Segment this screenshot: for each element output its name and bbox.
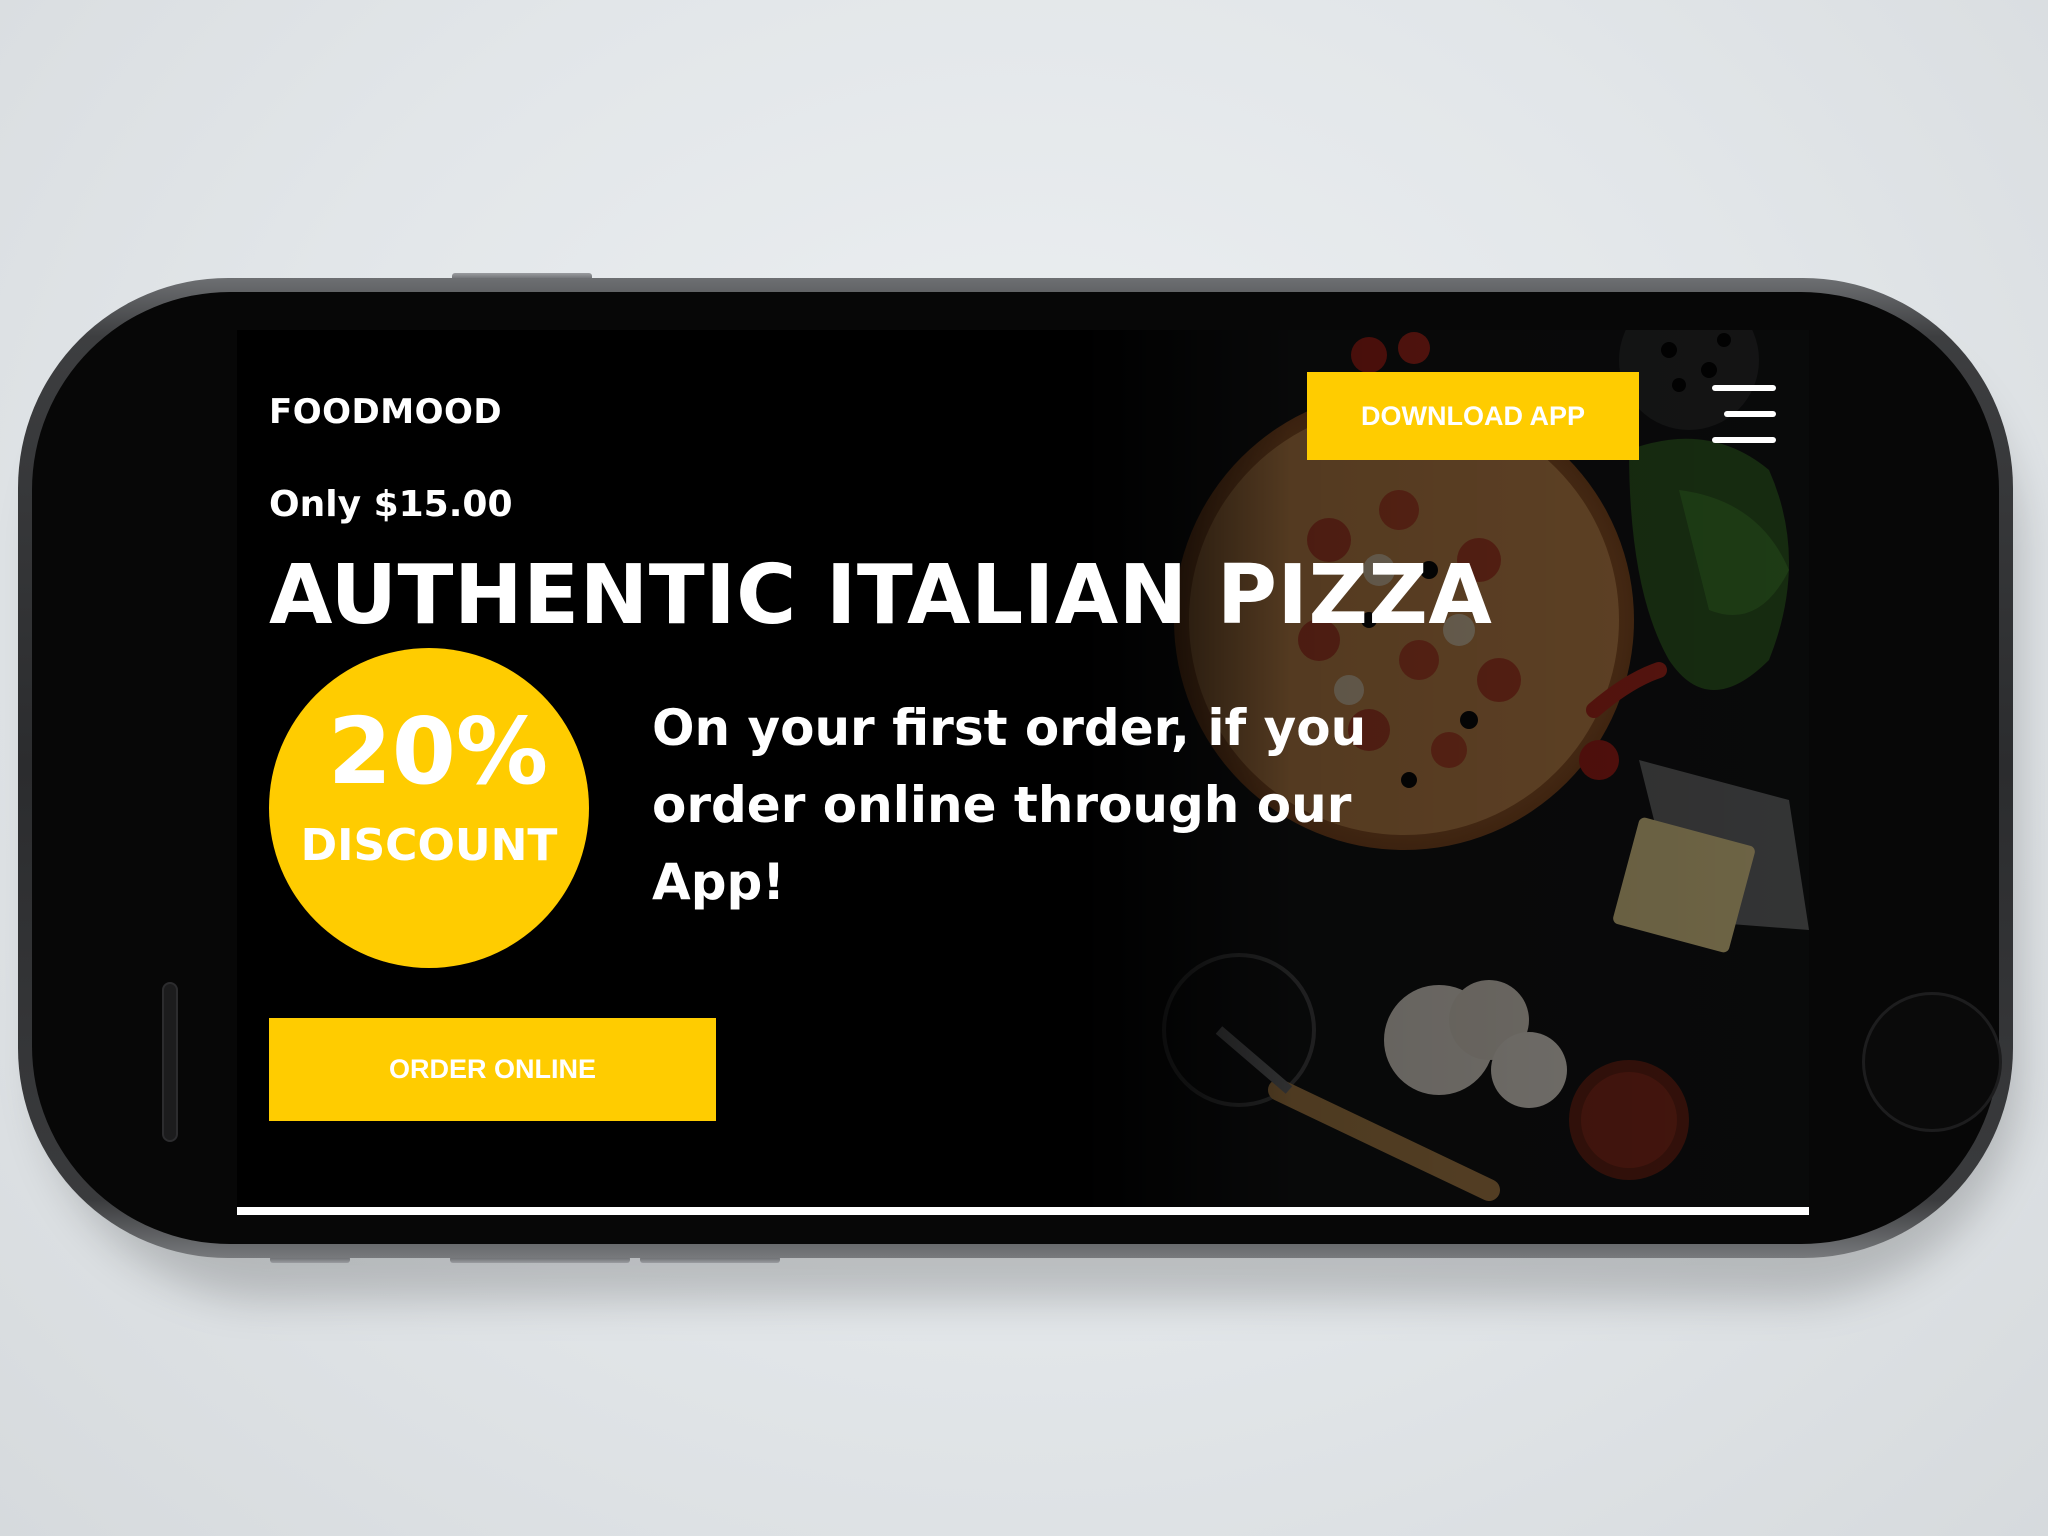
offer-text: On your first order, if you order online…: [652, 699, 1367, 911]
download-app-button[interactable]: DOWNLOAD APP: [1307, 372, 1639, 460]
discount-badge: 20% DISCOUNT: [269, 648, 589, 968]
site-logo[interactable]: FOODMOOD: [269, 392, 502, 432]
hero-title: AUTHENTIC ITALIAN PIZZA: [269, 548, 1493, 643]
screen-bottom-divider: [237, 1207, 1809, 1215]
photo-background: FOODMOOD DOWNLOAD APP Only $15.00 AUTHEN…: [0, 0, 2048, 1536]
phone-screen: FOODMOOD DOWNLOAD APP Only $15.00 AUTHEN…: [237, 330, 1809, 1215]
discount-label: DISCOUNT: [300, 820, 558, 871]
hamburger-menu-icon[interactable]: [1712, 385, 1776, 445]
phone-home-button: [1862, 992, 2002, 1132]
price-label: Only $15.00: [269, 484, 513, 525]
order-online-button[interactable]: ORDER ONLINE: [269, 1018, 716, 1121]
phone-speaker: [162, 982, 178, 1142]
discount-percent: 20%: [327, 698, 549, 805]
